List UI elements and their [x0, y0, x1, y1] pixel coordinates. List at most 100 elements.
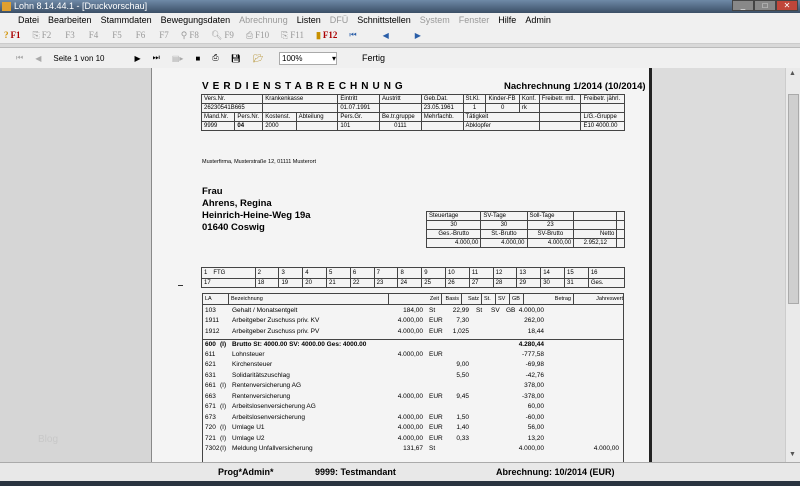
cell-text: Gehalt / Monatsentgelt [232, 306, 298, 314]
fkey-label: F6 [135, 30, 146, 40]
document-title: VERDIENSTABRECHNUNG [202, 81, 407, 92]
cell: Abteilung [295, 112, 339, 122]
fkey-f4-button[interactable]: F4 [87, 30, 99, 40]
cell: rk [518, 103, 540, 113]
fkey-f2-button[interactable]: ⎘ F2 [33, 30, 52, 41]
zoom-select[interactable]: 100% ▾ [279, 51, 338, 65]
menu-bewegungsdaten[interactable]: Bewegungsdaten [161, 15, 231, 25]
employee-header-table: Vers.Nr. Krankenkasse Eintritt Austritt Geb.… [200, 94, 625, 131]
fkey-f7-button[interactable]: F7 [157, 30, 169, 40]
menu-datei[interactable]: Datei [18, 15, 39, 25]
cell-satz: 5,50 [456, 371, 469, 379]
menu-schnittstellen[interactable]: Schnittstellen [357, 15, 411, 25]
fkey-label: F4 [88, 30, 99, 40]
cell-la: 661 [205, 382, 216, 390]
fkey-f8-button[interactable]: ⚲ F8 [181, 30, 199, 41]
fkey-f1-button[interactable]: ? F1 [4, 30, 21, 40]
column-header: LA [203, 293, 229, 305]
table-row: 30 30 23 [425, 220, 625, 230]
summary-table: Steuertage SV-Tage Soll-Tage 30 30 23 Ges.-Bru… [425, 211, 625, 248]
cell-betrag: 378,00 [524, 382, 544, 390]
menu-fenster[interactable]: Fenster [459, 15, 490, 25]
play-icon[interactable]: ▤▸ [172, 54, 184, 63]
prev-page-icon[interactable]: ◀ [35, 54, 41, 63]
fkey-f10-button[interactable]: ⎙ F10 [246, 30, 269, 41]
cell-text: Umlage U1 [232, 424, 265, 432]
menu-dfü[interactable]: DFÜ [330, 15, 349, 25]
menu-bearbeiten[interactable]: Bearbeiten [48, 15, 92, 25]
cell: 04 [234, 121, 264, 131]
cell [616, 229, 625, 239]
first-page-icon[interactable]: ⏮ [16, 53, 23, 63]
menu-abrechnung[interactable]: Abrechnung [239, 15, 288, 25]
cell: 13 [516, 267, 542, 279]
scroll-thumb[interactable] [788, 94, 799, 304]
menu-listen[interactable]: Listen [297, 15, 321, 25]
cell-satz: 1,40 [456, 424, 469, 432]
cell-text: Tätigkeit [465, 114, 489, 120]
table-row: 663 Rentenversicherung 4.000,00 EUR 9,45 -378… [203, 391, 623, 402]
cell-text: 0 [501, 105, 505, 111]
page-indicator: Seite 1 von 10 [53, 53, 105, 63]
next-page-icon[interactable]: ▶ [135, 54, 141, 63]
cell-text: 20 [305, 280, 312, 286]
cell-text: Netto [600, 231, 615, 237]
cell-text: Krankenkasse [265, 96, 304, 102]
cell: 23 [373, 278, 399, 288]
fkey-f12-button[interactable]: ▮ F12 [316, 30, 337, 41]
cell: 4.000,00 [480, 238, 528, 248]
save-icon[interactable]: 💾︎ [231, 54, 241, 63]
open-folder-icon[interactable]: 📂︎ [253, 54, 263, 63]
vertical-scrollbar[interactable]: ▲ ▼ [785, 68, 800, 462]
menu-system[interactable]: System [420, 15, 450, 25]
minimize-button[interactable]: _ [732, 0, 754, 11]
scroll-up-icon[interactable]: ▲ [789, 70, 796, 77]
fkey-f3-button[interactable]: F3 [63, 30, 75, 40]
cell-satz: 9,45 [456, 392, 469, 400]
cell: 2 [254, 267, 280, 279]
cell-text: 30 [543, 280, 550, 286]
first-record-icon[interactable]: ⏮ [349, 30, 356, 40]
cell [420, 121, 464, 131]
cell [262, 103, 339, 113]
next-record-icon[interactable]: ▶ [415, 31, 421, 40]
cell: Mand.Nr. [200, 112, 236, 122]
cell-text: 23 [376, 280, 384, 286]
print-icon[interactable]: ⎙ [212, 53, 218, 63]
cell: 30 [425, 220, 482, 230]
cell: 2.952,12 [573, 238, 618, 248]
cell-la: 1912 [205, 327, 220, 335]
table-row: 17 18 19 20 21 22 23 24 25 26 27 28 29 30 31 Ges. [201, 278, 626, 288]
cell-text: 5 [329, 270, 333, 276]
cell-text: 3 [281, 270, 285, 276]
cell [580, 103, 625, 113]
cell: 9999 [200, 121, 236, 131]
menu-stammdaten[interactable]: Stammdaten [101, 15, 152, 25]
cell-betrag: -60,00 [525, 413, 544, 421]
close-button[interactable]: ✕ [776, 0, 798, 11]
cell-text: 30 [450, 222, 457, 228]
stop-icon[interactable]: ■ [195, 54, 200, 63]
cell-text: Kostenst. [265, 114, 291, 120]
cell [616, 220, 625, 230]
fkey-f9-button[interactable]: 🔍︎ F9 [211, 30, 234, 41]
menu-hilfe[interactable]: Hilfe [498, 15, 516, 25]
cell-betrag: 4.280,44 [518, 340, 544, 348]
cell-text: Konf. [521, 96, 536, 102]
cell: 1 [462, 103, 487, 113]
cell-text: 10 [448, 270, 455, 276]
menu-admin[interactable]: Admin [525, 15, 551, 25]
scroll-down-icon[interactable]: ▼ [789, 451, 796, 458]
cell-betrag: 4.000,00 [518, 445, 544, 453]
maximize-button[interactable]: □ [754, 0, 776, 11]
cell-text: Vers.Nr. [204, 96, 226, 102]
page-edge [649, 68, 652, 462]
cell-betrag: 262,00 [524, 317, 544, 325]
fkey-f5-button[interactable]: F5 [110, 30, 122, 40]
prev-record-icon[interactable]: ◀ [383, 31, 389, 40]
fkey-f11-button[interactable]: ⎘ F11 [281, 30, 304, 41]
table-row: 7302 (I) Meldung Unfallversicherung 131,67 S… [203, 444, 623, 455]
last-page-icon[interactable]: ⏭ [153, 53, 160, 63]
status-mandant: 9999: Testmandant [315, 467, 396, 477]
fkey-f6-button[interactable]: F6 [134, 30, 146, 40]
